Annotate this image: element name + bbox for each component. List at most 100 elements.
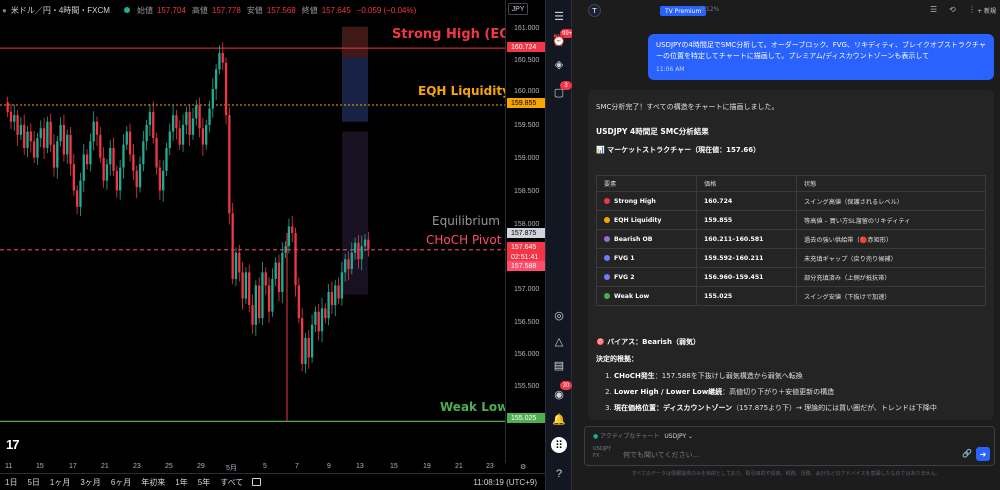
new-chat-button[interactable]: + 新規 <box>977 6 996 15</box>
candle-body <box>228 115 231 214</box>
layers-icon[interactable]: ◈ <box>551 56 567 72</box>
active-chart-selector[interactable]: ● アクティブなチャート USDJPY ⌄ <box>593 431 693 440</box>
apps-grid-icon[interactable]: ⠿ <box>551 437 567 453</box>
range-5d[interactable]: 5日 <box>22 477 44 488</box>
send-button[interactable]: ➜ <box>976 447 990 461</box>
settings-gear-icon[interactable]: ⚙ <box>520 463 526 471</box>
candle-body <box>291 226 294 234</box>
bottom-toolbar: 1日 5日 1ヶ月 3ヶ月 6ヶ月 年初来 1年 5年 すべて 11:08:19… <box>0 473 545 490</box>
table-cell-status: スイング高値（保護されるレベル） <box>796 191 986 211</box>
equilibrium-label: Equilibrium <box>432 214 500 228</box>
table-header: 価格 <box>696 175 797 192</box>
candle-body <box>314 311 317 325</box>
broadcast-icon[interactable]: ◉ <box>551 386 567 402</box>
watchlist-icon[interactable]: ☰ <box>551 8 567 24</box>
chart-menu-icon[interactable]: ● <box>2 6 7 15</box>
chat-input-box[interactable]: ● アクティブなチャート USDJPY ⌄ USDJPY FX · 🔗 ➜ <box>584 426 995 466</box>
user-avatar[interactable]: T <box>588 4 601 17</box>
candle-body <box>218 52 221 70</box>
chat-input[interactable] <box>623 448 953 462</box>
currency-selector[interactable]: JPY <box>508 3 528 15</box>
table-cell-status: スイング安値（下抜けで加速） <box>796 286 986 306</box>
fvg1-zone <box>342 57 368 122</box>
candle-body <box>75 190 79 207</box>
range-1d[interactable]: 1日 <box>0 477 22 488</box>
price-tick: 158.500 <box>514 188 540 195</box>
usage-icon: ↯ <box>700 6 706 13</box>
price-axis[interactable]: 161.000 160.500 160.000 159.500 159.000 … <box>505 0 545 463</box>
candle-body <box>175 115 178 129</box>
candle-body <box>178 128 181 145</box>
candle-body <box>6 102 9 112</box>
history-icon[interactable]: ⟲ <box>949 5 956 14</box>
candle-body <box>181 124 185 145</box>
candle-body <box>244 272 248 299</box>
candle-body <box>274 262 277 279</box>
candle-body <box>112 147 115 171</box>
time-axis[interactable]: 11 15 17 21 23 25 29 5月 5 7 9 13 15 19 2… <box>0 463 526 473</box>
candle-body <box>105 164 109 181</box>
attach-icon[interactable]: 🔗 <box>962 449 972 458</box>
time-tick: 5月 <box>226 465 237 472</box>
eqh-liquidity-label: EQH Liquidity <box>418 84 510 98</box>
candle-body <box>327 292 330 319</box>
time-tick: 21 <box>455 463 463 470</box>
smc-table: 要素 価格 状態 Strong High 160.724 スイング高値（保護されるレ… <box>596 175 986 306</box>
symbol-chip[interactable]: USDJPY FX · <box>593 446 611 460</box>
candle-body <box>334 285 337 306</box>
clock[interactable]: 11:08:19 (UTC+9) <box>473 478 545 487</box>
candle-body <box>205 124 208 145</box>
calendar-icon[interactable] <box>252 478 262 486</box>
range-3m[interactable]: 3ヶ月 <box>75 477 105 488</box>
time-tick: 17 <box>69 463 77 470</box>
price-tick: 157.000 <box>514 286 540 293</box>
target-icon[interactable]: ◎ <box>551 307 567 323</box>
list-icon[interactable]: ☰ <box>930 5 937 14</box>
table-cell-status: 部分充填済み（上側が抵抗帯） <box>796 267 986 287</box>
candle-body <box>142 141 145 165</box>
candle-body <box>168 131 171 148</box>
candle-body <box>162 170 165 191</box>
candle-body <box>32 141 36 158</box>
calendar-list-icon[interactable]: ▤ <box>551 357 567 373</box>
usage-percent: 12% <box>706 6 720 13</box>
time-tick: 7 <box>295 463 299 470</box>
candle-body <box>66 134 69 155</box>
table-cell-name: FVG 2 <box>596 267 697 287</box>
strong-high-price-tag: 160.724 <box>507 42 545 52</box>
help-icon[interactable]: ? <box>551 466 567 482</box>
table-row: FVG 1 159.592–160.211 未充填ギャップ（戻り売り候補） <box>596 248 986 268</box>
candle-body <box>119 167 122 191</box>
right-toolbar: ☰ 99+ ⏰ ◈ ▢ 3 ◎ △ ▤ 30 ◉ 🔔 ⠿ ? <box>545 0 575 490</box>
price-tick: 159.500 <box>514 122 540 129</box>
symbol-title[interactable]: 米ドル／円・4時間・FXCM <box>11 5 110 16</box>
ideas-icon[interactable]: △ <box>551 333 567 349</box>
range-1m[interactable]: 1ヶ月 <box>45 477 75 488</box>
candle-body <box>301 318 304 365</box>
candle-body <box>330 292 334 306</box>
time-tick: 15 <box>390 463 398 470</box>
candle-body <box>171 115 175 132</box>
range-6m[interactable]: 6ヶ月 <box>106 477 136 488</box>
close-label: 終値 <box>301 5 318 15</box>
equilibrium-price-tag: 157.875 <box>507 228 545 238</box>
high-value: 157.778 <box>211 5 241 15</box>
bell-icon[interactable]: 🔔 <box>551 411 567 427</box>
chart-pane[interactable]: ● 米ドル／円・4時間・FXCM 始値 157.704 高値 157.778 安値 1… <box>0 0 545 490</box>
candle-body <box>128 131 132 155</box>
candle-body <box>9 111 13 122</box>
table-row: Weak Low 155.025 スイング安値（下抜けで加速） <box>596 286 986 306</box>
symbol-chip-label: USDJPY <box>593 446 612 452</box>
range-1y[interactable]: 1年 <box>170 477 192 488</box>
range-all[interactable]: すべて <box>215 477 248 488</box>
candle-body <box>62 124 66 155</box>
range-5y[interactable]: 5年 <box>193 477 215 488</box>
candle-body <box>251 305 254 325</box>
row-name: Weak Low <box>614 292 650 300</box>
price-chart[interactable] <box>0 0 505 463</box>
candle-body <box>46 121 49 148</box>
alert-clock-icon[interactable]: ⏰ <box>551 32 567 48</box>
active-chart-symbol[interactable]: USDJPY ⌄ <box>664 433 693 440</box>
range-ytd[interactable]: 年初来 <box>136 477 170 488</box>
more-icon[interactable]: ⋮ <box>968 5 976 14</box>
